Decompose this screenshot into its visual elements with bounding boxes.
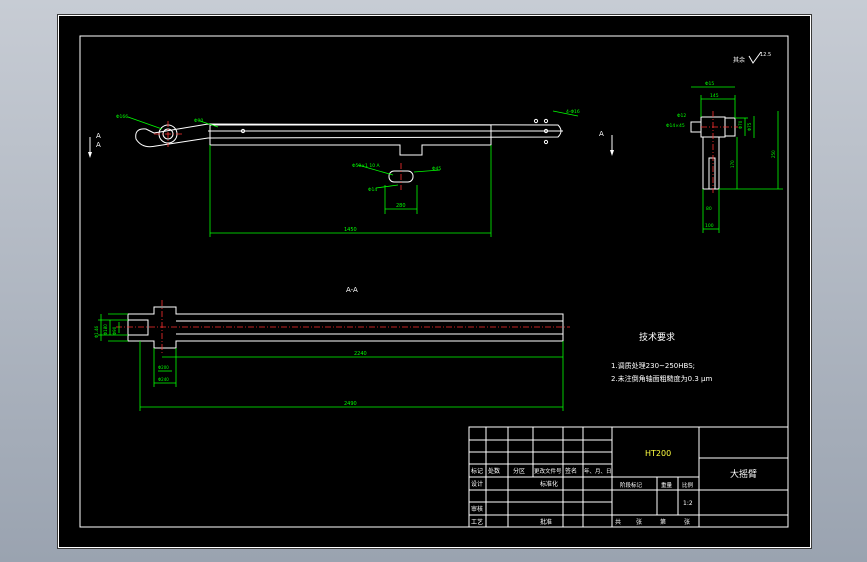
notes-item-2: 2.未注倒角轴面粗糙度为0.3 μm	[611, 374, 712, 383]
side-dim-height-total: 250	[771, 150, 776, 158]
sheet-total: 共	[615, 518, 621, 526]
sec-dim-d5-text: Φ240	[158, 377, 169, 382]
dim-overall-width: 1450	[344, 227, 357, 233]
side-web	[702, 136, 720, 190]
sec-dim-d1-text: Φ1.46	[94, 325, 99, 338]
hole-mark-5	[543, 139, 549, 145]
part-name: 大摇臂	[730, 468, 757, 480]
leader-hole	[375, 184, 399, 189]
scale-value: 1:2	[683, 500, 693, 507]
role-design: 设计	[471, 480, 483, 488]
sec-dim-d4-text: Φ200	[158, 365, 169, 370]
inner-frame	[79, 35, 789, 528]
dim-bar: Φ90	[194, 118, 203, 124]
technical-notes: 技术要求 1.调质处理230~250HBS; 2.未注倒角轴面粗糙度为0.3 μ…	[611, 331, 712, 383]
sec-dim-length-inner: 2240	[354, 351, 367, 357]
sec-dim-d3-text: Φ90	[112, 326, 117, 335]
rev-header-sign: 签名	[565, 467, 577, 475]
sec-dim-length-total: 2490	[344, 401, 357, 407]
outer-border	[58, 15, 811, 548]
rev-header-count: 处数	[488, 467, 500, 475]
side-dim-top-width: Φ15	[705, 81, 714, 87]
scale-label: 比例	[682, 481, 694, 489]
web-outline	[209, 124, 492, 156]
rev-header-date: 年、月、日	[584, 467, 612, 475]
rev-header-doc: 更改文件号	[534, 467, 562, 475]
material: HT200	[645, 449, 671, 458]
section-arrow-left-icon	[88, 152, 92, 158]
side-dim-base-width: 100	[705, 223, 714, 229]
side-dim-inner-dia: Φ70	[738, 120, 743, 129]
side-dim-flange-width: 145	[710, 93, 719, 99]
stage-mark-label: 阶段标记	[620, 481, 643, 489]
side-dim-web: 80	[706, 206, 712, 212]
role-process: 工艺	[471, 518, 483, 526]
side-dim-outer-dia: Φ75	[747, 122, 752, 131]
leader-boss	[127, 116, 163, 130]
section-view-label: A-A	[346, 286, 358, 294]
side-stub	[690, 121, 702, 133]
front-view: A A A 1450 280 Φ50×1 10 A Φ45 Φ14 Φ166 Φ…	[88, 109, 614, 237]
title-block: 标记 处数 分区 更改文件号 签名 年、月、日 设计 标准化 审核 工艺 批准 …	[468, 426, 789, 528]
dim-hole-note: 4-Φ16	[566, 109, 580, 115]
side-dim-height-mid: 170	[730, 160, 735, 168]
section-mark-left-bottom: A	[96, 141, 101, 149]
dim-slot-width: 280	[396, 203, 406, 209]
hole-mark-3	[543, 118, 549, 124]
notes-item-1: 1.调质处理230~250HBS;	[611, 361, 695, 370]
side-slot	[708, 157, 716, 190]
section-mark-left-top: A	[96, 132, 101, 140]
weight-label: 重量	[661, 481, 673, 489]
dim-boss-dia: Φ166	[116, 114, 128, 120]
sheet-unit: 张	[684, 518, 690, 526]
sheet-count: 张	[636, 518, 642, 526]
rev-header-zone: 分区	[513, 467, 525, 475]
drawing-sheet: A A A 1450 280 Φ50×1 10 A Φ45 Φ14 Φ166 Φ…	[57, 14, 812, 549]
side-view: 145 Φ15 Φ12 Φ14×45 Φ70 Φ75 250 170 80 10…	[666, 51, 783, 233]
sheet-no: 第	[660, 518, 666, 526]
section-hub-bore	[127, 319, 149, 336]
hole-mark-2	[533, 118, 539, 124]
dim-slot-depth: Φ45	[432, 166, 441, 172]
section-mark-right-top: A	[599, 130, 604, 138]
surface-finish-label: 其余	[733, 56, 745, 64]
section-view: A-A Φ1.46 Φ180 Φ90 Φ200 Φ240 2240 2490	[94, 286, 570, 411]
role-approve: 批准	[540, 518, 552, 526]
side-dim-hole: Φ14×45	[666, 123, 685, 129]
role-standard: 标准化	[540, 480, 558, 488]
role-review: 审核	[471, 505, 483, 513]
sec-dim-d2-text: Φ180	[103, 324, 108, 335]
side-dim-left: Φ12	[677, 113, 686, 119]
dim-slot-note: Φ50×1 10 A	[352, 163, 380, 169]
section-arrow-right-icon	[610, 150, 614, 156]
section-outline	[127, 306, 564, 349]
arm-outline	[135, 123, 562, 148]
cad-drawing: A A A 1450 280 Φ50×1 10 A Φ45 Φ14 Φ166 Φ…	[58, 15, 811, 548]
surface-finish-value: 12.5	[760, 52, 771, 58]
rev-header-mark: 标记	[471, 467, 483, 475]
notes-title: 技术要求	[639, 331, 675, 343]
dim-hole-dia: Φ14	[368, 187, 377, 193]
